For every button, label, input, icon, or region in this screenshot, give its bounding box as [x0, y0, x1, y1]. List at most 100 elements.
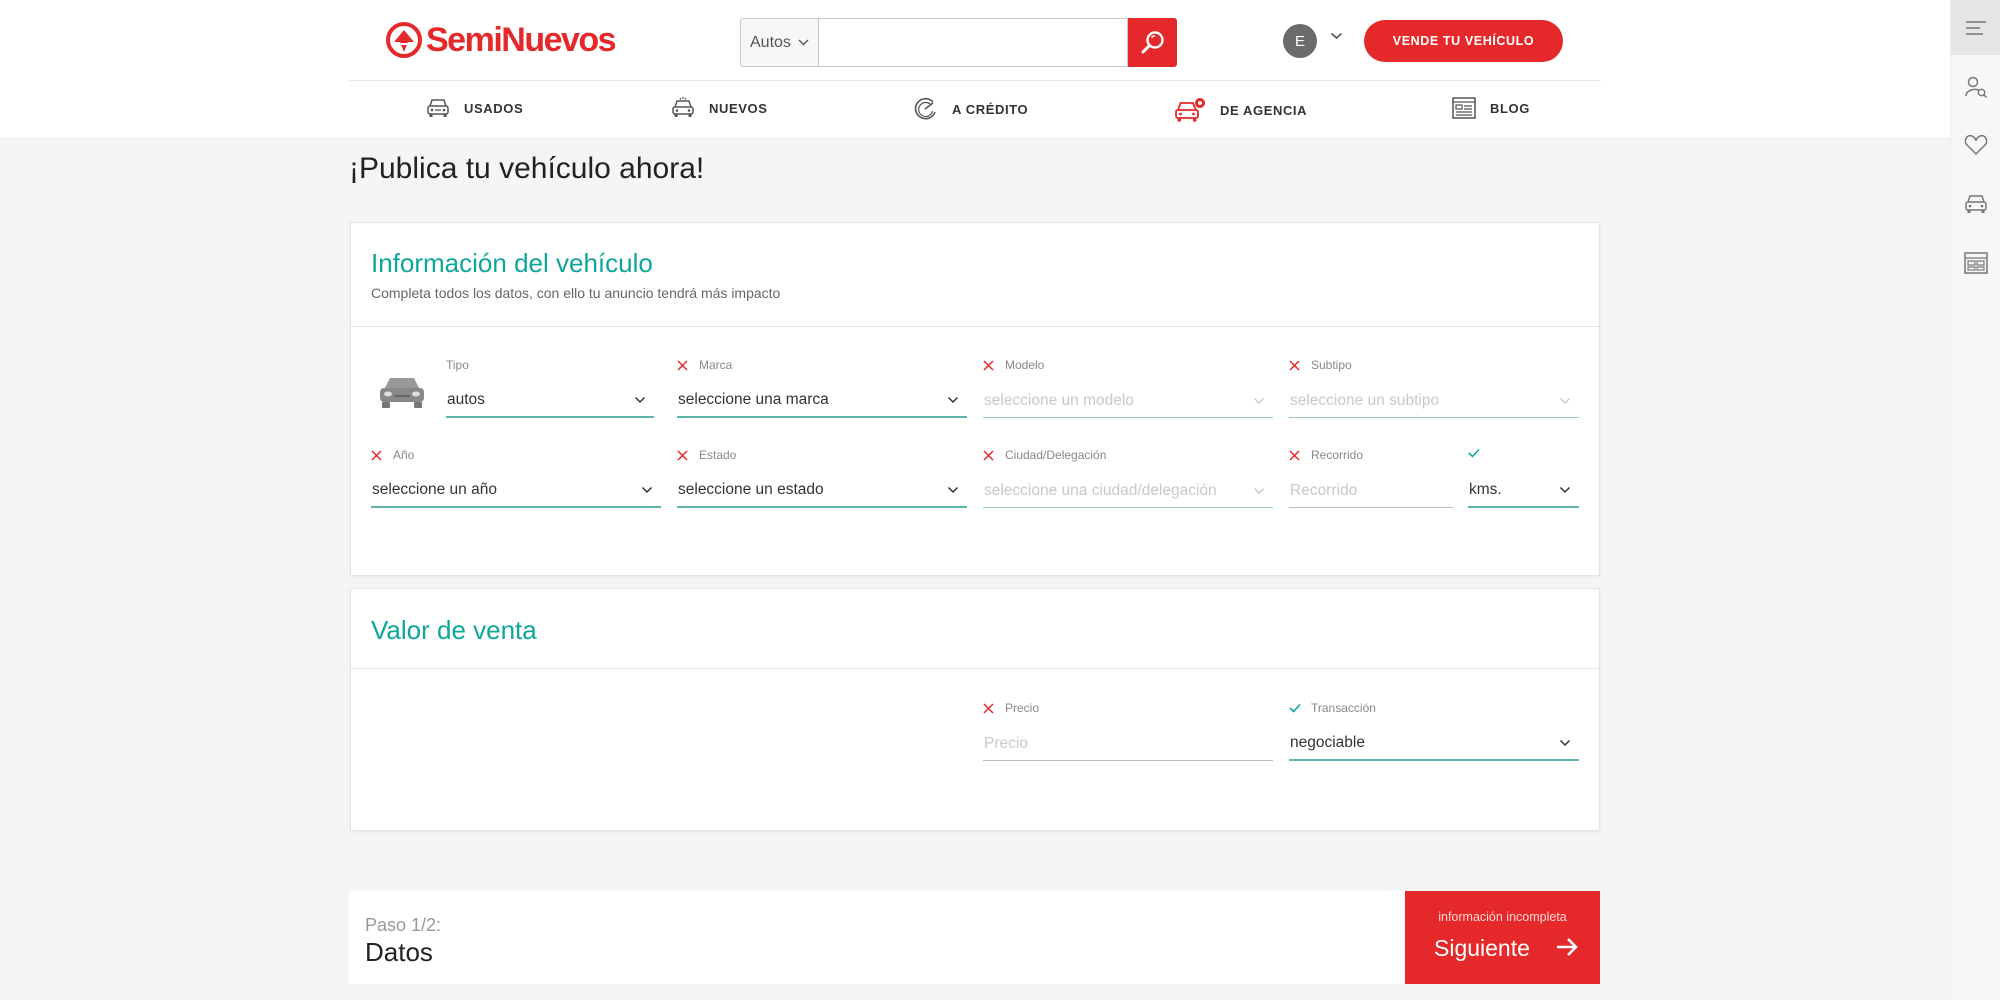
next-status: información incompleta — [1438, 910, 1567, 924]
unidad-field: kms. — [1468, 448, 1579, 510]
unidad-value: kms. — [1469, 481, 1502, 498]
right-sidebar — [1950, 0, 2000, 1000]
user-avatar[interactable]: E — [1283, 24, 1317, 58]
chevron-down-icon — [634, 396, 646, 404]
search-type-value: Autos — [750, 33, 791, 51]
recorrido-label: Recorrido — [1311, 448, 1364, 462]
nav-item-blog[interactable]: BLOG — [1452, 97, 1530, 119]
check-icon — [1468, 448, 1480, 458]
precio-label: Precio — [1005, 701, 1040, 715]
sidebar-favorites-button[interactable] — [1951, 117, 2000, 172]
nav-label: DE AGENCIA — [1220, 102, 1308, 118]
user-menu-chevron-icon[interactable] — [1330, 32, 1343, 40]
subtipo-select[interactable]: seleccione un subtipo — [1289, 384, 1579, 418]
anio-select[interactable]: seleccione un año — [371, 474, 661, 508]
sidebar-dashboard-button[interactable] — [1951, 235, 2000, 290]
tipo-field: Tipo autos — [446, 358, 654, 420]
nav-label: BLOG — [1490, 100, 1530, 116]
nav-label: USADOS — [464, 100, 524, 116]
transaccion-value: negociable — [1290, 734, 1365, 751]
modelo-field: Modelo seleccione un modelo — [983, 358, 1273, 420]
transaccion-label: Transacción — [1311, 701, 1376, 715]
car-icon — [1965, 194, 1987, 213]
heart-icon — [1964, 134, 1988, 155]
sale-value-header: Valor de venta — [351, 589, 1599, 669]
credit-gauge-icon — [914, 97, 936, 120]
sidebar-searches-button[interactable] — [1951, 59, 2000, 114]
nav-label: A CRÉDITO — [952, 101, 1029, 117]
error-x-icon — [677, 449, 688, 461]
site-logo[interactable]: SemiNuevos — [386, 18, 617, 62]
user-search-icon — [1965, 76, 1988, 98]
chevron-down-icon — [1559, 486, 1571, 494]
estado-field: Estado seleccione un estado — [677, 448, 967, 510]
tipo-select[interactable]: autos — [446, 384, 654, 418]
nav-item-usados[interactable]: USADOS — [426, 97, 523, 119]
page-title: ¡Publica tu vehículo ahora! — [349, 152, 705, 185]
search-type-select[interactable]: Autos — [740, 18, 818, 67]
menu-icon — [1966, 20, 1986, 35]
step-name: Datos — [365, 937, 433, 967]
nav-item-credito[interactable]: A CRÉDITO — [914, 97, 1028, 121]
logo-text: SemiNuevos — [426, 20, 617, 59]
recorrido-input[interactable]: Recorrido — [1289, 474, 1453, 508]
step-bar: Paso 1/2: Datos — [349, 891, 1406, 984]
marca-value: seleccione una marca — [678, 391, 829, 408]
vehicle-type-car-icon — [380, 378, 424, 408]
check-icon — [1289, 703, 1301, 713]
anio-label: Año — [393, 448, 415, 462]
sidebar-vehicles-button[interactable] — [1951, 176, 2000, 231]
ciudad-value: seleccione una ciudad/delegación — [984, 481, 1217, 499]
precio-input[interactable]: Precio — [983, 727, 1273, 761]
anio-value: seleccione un año — [372, 481, 497, 498]
marca-field: Marca seleccione una marca — [677, 358, 967, 420]
vehicle-info-title: Información del vehículo — [371, 248, 653, 278]
tipo-value: autos — [447, 391, 485, 408]
error-x-icon — [983, 702, 994, 714]
tipo-label: Tipo — [446, 358, 469, 372]
search-icon — [1141, 30, 1164, 53]
car-front-icon — [427, 99, 449, 117]
transaccion-field: Transacción negociable — [1289, 701, 1579, 763]
chevron-down-icon — [1559, 397, 1571, 404]
next-label: Siguiente — [1434, 935, 1530, 961]
arrow-right-icon — [1557, 938, 1578, 956]
vehicle-info-card: Información del vehículo Completa todos … — [350, 222, 1600, 576]
marca-select[interactable]: seleccione una marca — [677, 384, 967, 418]
error-x-icon — [983, 359, 994, 371]
subtipo-field: Subtipo seleccione un subtipo — [1289, 358, 1579, 420]
sidebar-menu-button[interactable] — [1951, 0, 2000, 55]
dashboard-icon — [1964, 251, 1988, 274]
error-x-icon — [677, 359, 688, 371]
vehicle-info-subtitle: Completa todos los datos, con ello tu an… — [371, 285, 781, 301]
nav-item-agencia[interactable]: DE AGENCIA — [1174, 97, 1307, 123]
marca-label: Marca — [699, 358, 733, 372]
precio-placeholder: Precio — [984, 734, 1028, 752]
main-nav: USADOS NUEVOS A CRÉDITO DE AGENCIA BLOG — [349, 80, 1601, 137]
sell-vehicle-button[interactable]: VENDE TU VEHÍCULO — [1364, 20, 1563, 62]
search-button[interactable] — [1128, 18, 1177, 67]
precio-field: Precio Precio — [983, 701, 1273, 763]
sale-value-card: Valor de venta Precio Precio Transacción… — [350, 588, 1600, 831]
car-sparkle-icon — [672, 97, 694, 117]
news-icon — [1452, 97, 1476, 119]
logo-mark-icon — [386, 22, 422, 58]
transaccion-select[interactable]: negociable — [1289, 727, 1579, 761]
ciudad-select[interactable]: seleccione una ciudad/delegación — [983, 474, 1273, 508]
estado-select[interactable]: seleccione un estado — [677, 474, 967, 508]
ciudad-label: Ciudad/Delegación — [1005, 448, 1107, 462]
unidad-select[interactable]: kms. — [1468, 474, 1579, 508]
chevron-down-icon — [947, 486, 959, 494]
dealer-car-icon — [1175, 98, 1205, 122]
subtipo-label: Subtipo — [1311, 358, 1352, 372]
next-button[interactable]: información incompleta Siguiente — [1405, 891, 1600, 984]
modelo-select[interactable]: seleccione un modelo — [983, 384, 1273, 418]
nav-item-nuevos[interactable]: NUEVOS — [671, 97, 768, 119]
search-input[interactable] — [818, 18, 1128, 67]
chevron-down-icon — [1253, 397, 1265, 404]
modelo-value: seleccione un modelo — [984, 391, 1134, 409]
chevron-down-icon — [798, 39, 809, 46]
top-header: SemiNuevos Autos E VENDE TU VEHÍCULO USA… — [0, 0, 1950, 137]
modelo-label: Modelo — [1005, 358, 1045, 372]
chevron-down-icon — [641, 486, 653, 494]
